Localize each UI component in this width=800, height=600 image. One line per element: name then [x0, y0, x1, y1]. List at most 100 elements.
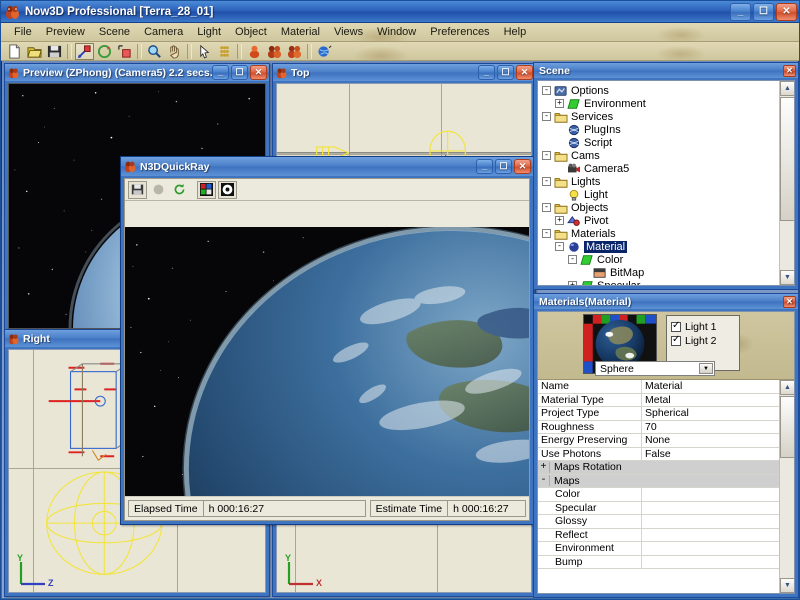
menu-help[interactable]: Help: [497, 24, 534, 40]
property-value[interactable]: [642, 556, 779, 569]
property-row-energy-preserving[interactable]: Energy PreservingNone: [538, 434, 779, 448]
preview-shape-combo[interactable]: Sphere ▼: [595, 361, 715, 376]
menu-object[interactable]: Object: [228, 24, 274, 40]
property-row-use-photons[interactable]: Use PhotonsFalse: [538, 448, 779, 462]
top-minimize-button[interactable]: _: [478, 65, 495, 80]
scene-tree-scrollbar[interactable]: ▲ ▼: [779, 81, 794, 285]
refresh-render-icon[interactable]: [170, 181, 189, 199]
material-property-table[interactable]: NameMaterialMaterial TypeMetalProject Ty…: [538, 380, 779, 593]
property-row-color[interactable]: Color: [538, 488, 779, 502]
light-2-checkbox[interactable]: [671, 336, 681, 346]
tree-item-camera5[interactable]: Camera5: [540, 162, 792, 175]
property-row-specular[interactable]: Specular: [538, 502, 779, 516]
pan-hand-icon[interactable]: [165, 43, 184, 60]
render-globe-icon[interactable]: [315, 43, 334, 60]
tree-item-light[interactable]: Light: [540, 188, 792, 201]
tree-toggle-collapse[interactable]: -: [542, 229, 551, 238]
material-table-scrollbar[interactable]: ▲ ▼: [779, 380, 794, 593]
save-image-icon[interactable]: [128, 181, 147, 199]
tree-toggle-expand[interactable]: +: [555, 99, 564, 108]
tree-item-environment[interactable]: +Environment: [540, 97, 792, 110]
tree-toggle-collapse[interactable]: -: [555, 242, 564, 251]
property-row-material-type[interactable]: Material TypeMetal: [538, 394, 779, 408]
tree-item-cams[interactable]: -Cams: [540, 149, 792, 162]
property-row-reflect[interactable]: Reflect: [538, 529, 779, 543]
property-value[interactable]: Metal: [642, 394, 779, 407]
rgb-channels-icon[interactable]: [197, 181, 216, 199]
property-value[interactable]: Material: [642, 380, 779, 393]
top-maximize-button[interactable]: ☐: [497, 65, 514, 80]
menu-preview[interactable]: Preview: [39, 24, 92, 40]
quickray-window[interactable]: N3DQuickRay _ ☐ ✕: [120, 156, 534, 525]
property-value[interactable]: [642, 529, 779, 542]
light-2-row[interactable]: Light 2: [671, 334, 739, 348]
maximize-button[interactable]: ☐: [753, 3, 774, 21]
tree-toggle-collapse[interactable]: -: [542, 86, 551, 95]
scroll-thumb[interactable]: [780, 97, 795, 221]
property-value[interactable]: None: [642, 434, 779, 447]
property-row-bump[interactable]: Bump: [538, 556, 779, 570]
tree-item-material[interactable]: -Material: [540, 240, 792, 253]
preview-close-button[interactable]: ✕: [250, 65, 267, 80]
tree-toggle-collapse[interactable]: -: [542, 203, 551, 212]
chevron-down-icon[interactable]: ▼: [699, 363, 713, 374]
quickray-close-button[interactable]: ✕: [514, 159, 531, 174]
property-value[interactable]: [642, 542, 779, 555]
tree-item-bitmap[interactable]: BitMap: [540, 266, 792, 279]
select-arrow-icon[interactable]: [195, 43, 214, 60]
light-1-checkbox[interactable]: [671, 322, 681, 332]
tree-item-options[interactable]: -Options: [540, 84, 792, 97]
property-value[interactable]: False: [642, 448, 779, 461]
tree-toggle-expand[interactable]: +: [555, 216, 564, 225]
menu-preferences[interactable]: Preferences: [423, 24, 496, 40]
property-row-name[interactable]: NameMaterial: [538, 380, 779, 394]
tree-item-color[interactable]: -Color: [540, 253, 792, 266]
tree-item-materials[interactable]: -Materials: [540, 227, 792, 240]
scroll-up-button[interactable]: ▲: [780, 380, 795, 395]
minimize-button[interactable]: _: [730, 3, 751, 21]
property-row-project-type[interactable]: Project TypeSpherical: [538, 407, 779, 421]
top-close-button[interactable]: ✕: [516, 65, 533, 80]
tree-item-lights[interactable]: -Lights: [540, 175, 792, 188]
tree-toggle-collapse[interactable]: -: [568, 255, 577, 264]
scroll-up-button[interactable]: ▲: [780, 81, 795, 96]
property-group-toggle[interactable]: -: [538, 475, 550, 486]
property-value[interactable]: Spherical: [642, 407, 779, 420]
preview-maximize-button[interactable]: ☐: [231, 65, 248, 80]
property-row-maps[interactable]: -Maps: [538, 475, 779, 489]
property-group-toggle[interactable]: +: [538, 462, 550, 473]
open-folder-icon[interactable]: [25, 43, 44, 60]
scroll-down-button[interactable]: ▼: [780, 578, 795, 593]
property-value[interactable]: [642, 515, 779, 528]
menu-camera[interactable]: Camera: [137, 24, 190, 40]
quickray-render-canvas[interactable]: [125, 201, 529, 496]
menu-material[interactable]: Material: [274, 24, 327, 40]
tree-toggle-collapse[interactable]: -: [542, 151, 551, 160]
move-tool-icon[interactable]: [75, 43, 94, 60]
menu-window[interactable]: Window: [370, 24, 423, 40]
scale-tool-icon[interactable]: [115, 43, 134, 60]
menu-file[interactable]: File: [7, 24, 39, 40]
object-group-icon[interactable]: [265, 43, 284, 60]
grid-icon[interactable]: [215, 43, 234, 60]
tree-item-pivot[interactable]: +Pivot: [540, 214, 792, 227]
menu-views[interactable]: Views: [327, 24, 370, 40]
tree-toggle-expand[interactable]: +: [568, 281, 577, 285]
rotate-tool-icon[interactable]: [95, 43, 114, 60]
tree-item-objects[interactable]: -Objects: [540, 201, 792, 214]
materials-panel-close-icon[interactable]: ✕: [783, 296, 796, 308]
scene-panel-close-icon[interactable]: ✕: [783, 65, 796, 77]
tree-item-script[interactable]: Script: [540, 136, 792, 149]
object-light-icon[interactable]: [285, 43, 304, 60]
tree-toggle-collapse[interactable]: -: [542, 177, 551, 186]
scene-tree[interactable]: -Options+Environment-ServicesPlugInsScri…: [538, 81, 794, 285]
property-value[interactable]: [642, 502, 779, 515]
preview-minimize-button[interactable]: _: [212, 65, 229, 80]
zoom-tool-icon[interactable]: [145, 43, 164, 60]
light-1-row[interactable]: Light 1: [671, 320, 739, 334]
quickray-maximize-button[interactable]: ☐: [495, 159, 512, 174]
quickray-minimize-button[interactable]: _: [476, 159, 493, 174]
scroll-down-button[interactable]: ▼: [780, 270, 795, 285]
scroll-thumb[interactable]: [780, 396, 795, 458]
object-add-icon[interactable]: [245, 43, 264, 60]
